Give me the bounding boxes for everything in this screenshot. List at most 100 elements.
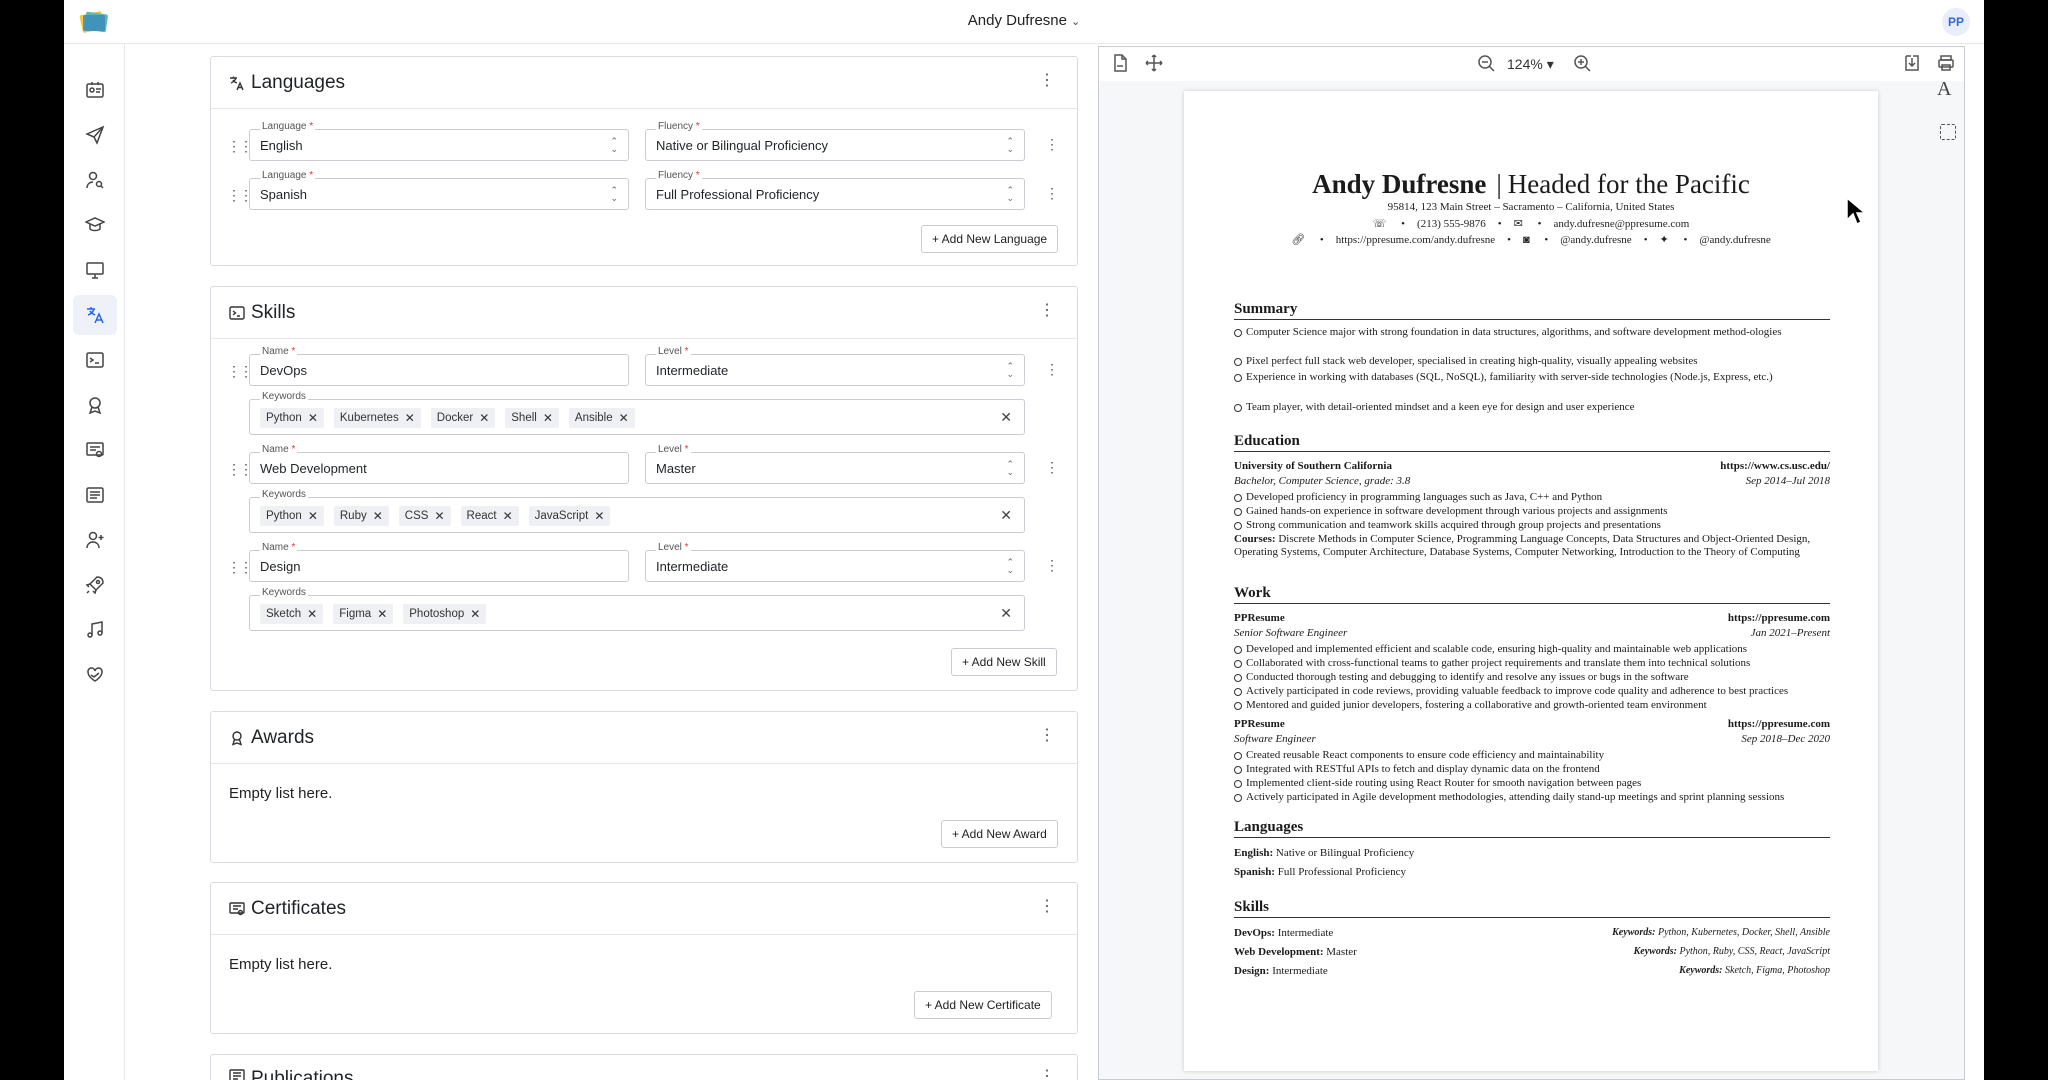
terminal-icon[interactable] [73,340,117,380]
row-options-icon[interactable]: ⋮ [1045,185,1059,202]
download-icon[interactable] [1903,54,1921,75]
user-plus-icon[interactable] [73,520,117,560]
keyword-chip[interactable]: Sketch ✕ [260,604,324,624]
keyword-chip[interactable]: Python ✕ [260,506,324,526]
add-skill-button[interactable]: + Add New Skill [951,648,1057,676]
user-search-icon[interactable] [73,160,117,200]
award-icon[interactable] [73,385,117,425]
keyword-chip[interactable]: Shell ✕ [505,408,559,428]
music-icon[interactable] [73,610,117,650]
remove-keyword-icon[interactable]: ✕ [470,604,480,624]
remove-keyword-icon[interactable]: ✕ [377,604,387,624]
more-options-icon[interactable]: ⋮ [1039,1069,1055,1080]
remove-keyword-icon[interactable]: ✕ [373,506,383,526]
remove-keyword-icon[interactable]: ✕ [405,408,415,428]
fluency-select[interactable]: Fluency * Full Professional Proficiency … [645,170,1025,210]
keyword-chip[interactable]: Figma ✕ [333,604,394,624]
avatar[interactable]: PP [1942,8,1970,36]
fluency-select[interactable]: Fluency * Native or Bilingual Proficienc… [645,121,1025,161]
summary-item: Team player, with detail-oriented mindse… [1234,401,1830,414]
user-name: Andy Dufresne [967,12,1067,29]
remove-keyword-icon[interactable]: ✕ [308,408,318,428]
certificates-card-header: Certificates ⋮ [211,883,1077,935]
clear-icon[interactable]: ✕ [1000,605,1012,622]
skill-level-select[interactable]: Level * Intermediate ⌃ ⌄ [645,542,1025,582]
keywords-input[interactable]: Keywords Python ✕ Ruby ✕ CSS ✕ React ✕ JavaScrip… [249,489,1025,533]
pdf-preview[interactable]: 124% ▾ Andy Dufresne | Headed for the Paci… [1098,46,1965,1080]
more-options-icon[interactable]: ⋮ [1039,303,1055,319]
language-select[interactable]: Language * Spanish ⌃ ⌄ [249,170,629,210]
drag-handle-icon[interactable]: ⋮⋮ [227,461,253,478]
more-options-icon[interactable]: ⋮ [1039,728,1055,744]
skill-name-input[interactable]: Name * DevOps [249,346,629,386]
zoom-level[interactable]: 124% ▾ [1507,56,1554,73]
remove-keyword-icon[interactable]: ✕ [434,506,444,526]
print-icon[interactable] [1937,54,1955,75]
terminal-icon [229,305,245,321]
add-award-button[interactable]: + Add New Award [941,820,1058,848]
list-icon[interactable] [73,475,117,515]
skill-name-input[interactable]: Name * Design [249,542,629,582]
language-select[interactable]: Language * English ⌃ ⌄ [249,121,629,161]
keyword-chip[interactable]: Docker ✕ [430,408,496,428]
rocket-icon[interactable] [73,565,117,605]
clear-icon[interactable]: ✕ [1000,409,1012,426]
drag-handle-icon[interactable]: ⋮⋮ [227,138,253,155]
keyword-chip[interactable]: Ansible ✕ [568,408,635,428]
more-options-icon[interactable]: ⋮ [1039,899,1055,915]
keyword-chip[interactable]: Kubernetes ✕ [333,408,421,428]
remove-keyword-icon[interactable]: ✕ [543,408,553,428]
heart-hand-icon[interactable] [73,655,117,695]
field-value: English [260,138,303,153]
keyword-chip[interactable]: Python ✕ [260,408,324,428]
resume-contacts: ☏ (213) 555-9876 ✉ andy.dufresne@ppresume… [1184,217,1878,230]
remove-keyword-icon[interactable]: ✕ [308,506,318,526]
skill-name-input[interactable]: Name * Web Development [249,444,629,484]
send-icon[interactable] [73,115,117,155]
edu-dates: Sep 2014–Jul 2018 [1745,475,1830,487]
keyword-chip[interactable]: JavaScript ✕ [528,506,611,526]
graduation-cap-icon[interactable] [73,205,117,245]
select-area-icon[interactable] [1940,124,1956,140]
remove-keyword-icon[interactable]: ✕ [307,604,317,624]
keywords-input[interactable]: Keywords Sketch ✕ Figma ✕ Photoshop ✕ ✕ [249,587,1025,631]
keywords-input[interactable]: Keywords Python ✕ Kubernetes ✕ Docker ✕ Shell ✕… [249,391,1025,435]
row-options-icon[interactable]: ⋮ [1045,557,1059,574]
monitor-icon[interactable] [73,250,117,290]
zoom-in-icon[interactable] [1573,54,1591,75]
keyword-chip[interactable]: CSS ✕ [398,506,451,526]
row-options-icon[interactable]: ⋮ [1045,361,1059,378]
keyword-chip[interactable]: React ✕ [460,506,519,526]
user-menu[interactable]: Andy Dufresne ⌄ [64,12,1984,29]
remove-keyword-icon[interactable]: ✕ [619,408,629,428]
clear-icon[interactable]: ✕ [1000,507,1012,524]
job-item: Implemented client-side routing using Re… [1234,777,1830,790]
mastodon-icon: ◙ [1523,234,1533,246]
more-options-icon[interactable]: ⋮ [1039,73,1055,89]
certificate-icon[interactable] [73,430,117,470]
translate-icon[interactable] [73,295,117,335]
keyword-chip[interactable]: Ruby ✕ [333,506,389,526]
field-label: Language [262,170,307,181]
drag-handle-icon[interactable]: ⋮⋮ [227,187,253,204]
move-icon[interactable] [1145,54,1163,75]
font-icon[interactable]: A [1937,78,1951,101]
keyword-label: Sketch [266,608,302,620]
remove-keyword-icon[interactable]: ✕ [594,506,604,526]
add-certificate-button[interactable]: + Add New Certificate [914,991,1052,1019]
pdf-file-icon[interactable] [1111,54,1129,75]
resume-editor[interactable]: Languages ⋮ ⋮⋮ Language * English ⌃ ⌄ Flu… [125,44,1090,1080]
keyword-chip[interactable]: Photoshop ✕ [403,604,487,624]
profile-card-icon[interactable] [73,70,117,110]
drag-handle-icon[interactable]: ⋮⋮ [227,363,253,380]
remove-keyword-icon[interactable]: ✕ [479,408,489,428]
add-language-button[interactable]: + Add New Language [921,225,1059,253]
zoom-out-icon[interactable] [1477,54,1495,75]
skill-level-select[interactable]: Level * Master ⌃ ⌄ [645,444,1025,484]
drag-handle-icon[interactable]: ⋮⋮ [227,559,253,576]
remove-keyword-icon[interactable]: ✕ [503,506,513,526]
row-options-icon[interactable]: ⋮ [1045,136,1059,153]
translate-icon [229,75,245,91]
skill-level-select[interactable]: Level * Intermediate ⌃ ⌄ [645,346,1025,386]
row-options-icon[interactable]: ⋮ [1045,459,1059,476]
